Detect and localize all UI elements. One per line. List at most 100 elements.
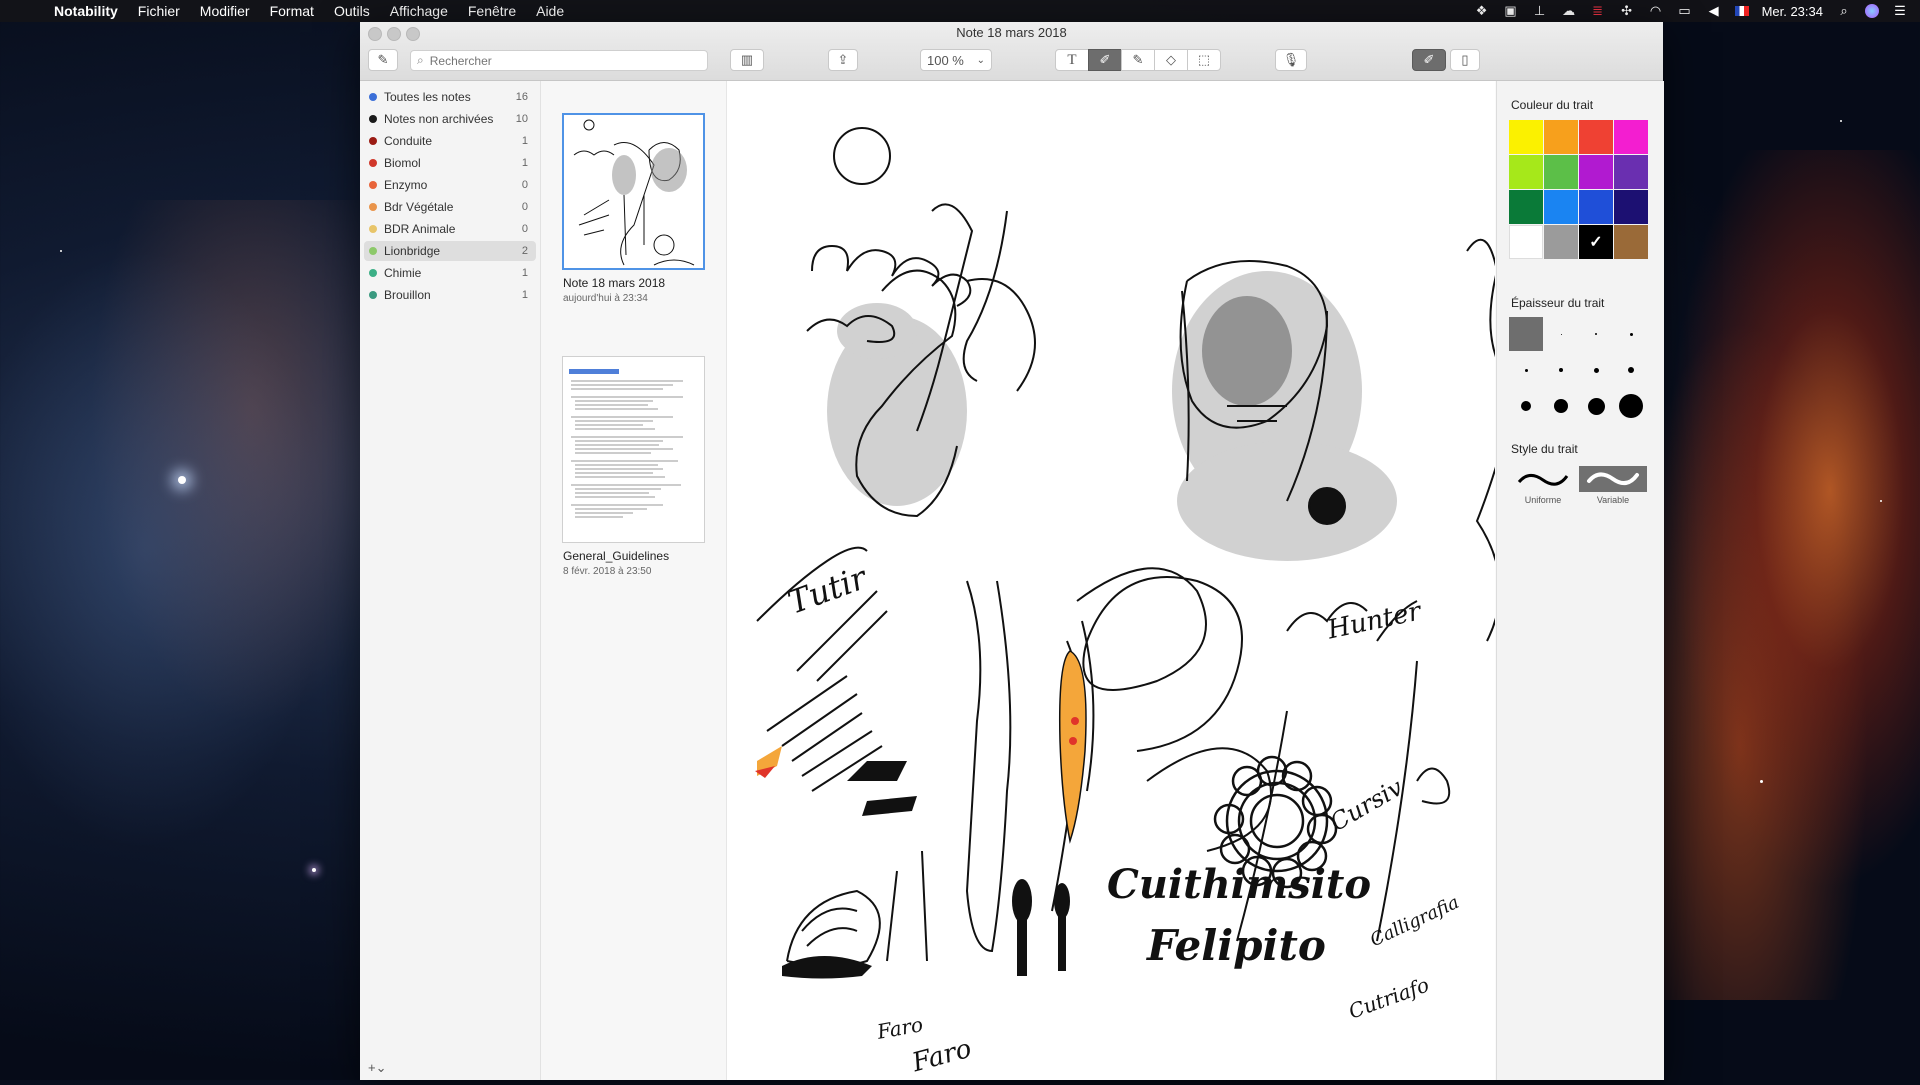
battery-bar-icon[interactable]: ≣ [1590, 4, 1606, 18]
category-color-dot [369, 225, 377, 233]
sidebar-category[interactable]: Enzymo 0 [364, 175, 536, 195]
category-color-dot [369, 269, 377, 277]
highlighter-tool-button[interactable]: ✎ [1121, 49, 1155, 71]
pen-options-button[interactable]: ✐ [1412, 49, 1446, 71]
stroke-color-heading: Couleur du trait [1511, 98, 1594, 112]
share-button[interactable]: ⇪ [828, 49, 858, 71]
color-swatch[interactable] [1509, 190, 1543, 224]
add-category-button[interactable]: +⌄ [368, 1060, 386, 1076]
note-title[interactable]: Note 18 mars 2018 [563, 276, 665, 290]
sidebar-category[interactable]: Chimie 1 [364, 263, 536, 283]
sidebar-category[interactable]: Notes non archivées 10 [364, 109, 536, 129]
chat-icon[interactable]: ▣ [1503, 4, 1519, 18]
record-audio-button[interactable]: 🎙 [1275, 49, 1307, 71]
stroke-thickness-option[interactable] [1614, 389, 1648, 423]
color-swatch[interactable] [1544, 155, 1578, 189]
note-canvas[interactable]: Tutir Hunter Cuithimsito Felipito Faro F… [727, 81, 1519, 1080]
category-label: Lionbridge [384, 244, 441, 258]
stroke-thickness-option[interactable] [1544, 317, 1578, 351]
style-variable-button[interactable] [1579, 466, 1647, 492]
note-title[interactable]: General_Guidelines [563, 549, 669, 563]
toggle-sidebar-button[interactable]: ▥ [730, 49, 764, 71]
network-icon[interactable]: ✣ [1619, 4, 1635, 18]
lasso-icon: ⬚ [1197, 52, 1211, 67]
pen-tool-button[interactable]: ✐ [1088, 49, 1122, 71]
menu-format[interactable]: Format [270, 3, 314, 19]
zoom-select[interactable]: 100 % ⌄ [920, 49, 992, 71]
sketch-thumbnail-icon [573, 119, 695, 266]
cloud-icon[interactable]: ☁ [1561, 4, 1577, 18]
selection-tool-button[interactable]: ⬚ [1187, 49, 1221, 71]
category-label: Biomol [384, 156, 421, 170]
category-count: 10 [515, 113, 528, 125]
pencil-shading [827, 271, 1397, 561]
thickness-dot [1595, 333, 1597, 335]
sidebar-category[interactable]: Biomol 1 [364, 153, 536, 173]
color-swatch[interactable] [1614, 120, 1648, 154]
color-swatch[interactable] [1614, 225, 1648, 259]
stroke-thickness-option[interactable] [1509, 389, 1543, 423]
sidebar-category[interactable]: Toutes les notes 16 [364, 87, 536, 107]
desktop-star [1760, 780, 1763, 783]
text-tool-button[interactable]: T [1055, 49, 1089, 71]
dropbox-icon[interactable]: ❖ [1474, 4, 1490, 18]
pin-icon[interactable]: ⊥ [1532, 4, 1548, 18]
list-icon[interactable]: ☰ [1892, 4, 1908, 18]
stroke-thickness-option[interactable] [1544, 389, 1578, 423]
sidebar-category[interactable]: Bdr Végétale 0 [364, 197, 536, 217]
page-options-button[interactable]: ▯ [1450, 49, 1480, 71]
thickness-dot [1593, 367, 1599, 373]
color-swatch[interactable] [1509, 155, 1543, 189]
color-swatch[interactable] [1509, 225, 1543, 259]
flag-fr-icon[interactable] [1734, 6, 1749, 16]
search-icon[interactable]: ⌕ [1836, 4, 1852, 18]
color-swatch[interactable] [1579, 120, 1613, 154]
sidebar-category[interactable]: Conduite 1 [364, 131, 536, 151]
color-swatch[interactable]: ✓ [1579, 225, 1613, 259]
ink-strokes [756, 127, 1519, 967]
menu-aide[interactable]: Aide [536, 3, 564, 19]
menu-fichier[interactable]: Fichier [138, 3, 180, 19]
new-note-button[interactable]: ✎ [368, 49, 398, 71]
clock[interactable]: Mer. 23:34 [1762, 4, 1823, 19]
sidebar-category[interactable]: Brouillon 1 [364, 285, 536, 305]
color-swatch[interactable] [1544, 225, 1578, 259]
menu-affichage[interactable]: Affichage [390, 3, 448, 19]
style-uniform-button[interactable] [1509, 466, 1577, 492]
stroke-thickness-option[interactable] [1614, 353, 1648, 387]
volume-icon[interactable]: ◀ [1706, 4, 1722, 18]
color-swatch[interactable] [1579, 190, 1613, 224]
eraser-tool-button[interactable]: ◇ [1154, 49, 1188, 71]
stroke-thickness-option[interactable] [1544, 353, 1578, 387]
share-icon: ⇪ [837, 52, 849, 67]
color-swatch[interactable] [1579, 155, 1613, 189]
menu-modifier[interactable]: Modifier [200, 3, 250, 19]
stroke-thickness-option[interactable] [1509, 317, 1543, 351]
airplay-icon[interactable]: ▭ [1677, 4, 1693, 18]
stroke-thickness-option[interactable] [1579, 317, 1613, 351]
stroke-thickness-option[interactable] [1579, 389, 1613, 423]
color-swatch[interactable] [1614, 190, 1648, 224]
wifi-icon[interactable]: ◠ [1648, 4, 1664, 18]
sidebar-category[interactable]: Lionbridge 2 [364, 241, 536, 261]
color-swatch[interactable] [1544, 120, 1578, 154]
note-thumbnail[interactable] [562, 113, 705, 270]
category-count: 0 [521, 201, 528, 213]
search-field[interactable]: ⌕ [410, 50, 708, 71]
color-swatch[interactable] [1544, 190, 1578, 224]
note-thumbnail[interactable] [562, 356, 705, 543]
category-count: 1 [521, 267, 528, 279]
thickness-dot [1559, 368, 1563, 372]
stroke-thickness-option[interactable] [1509, 353, 1543, 387]
app-menu[interactable]: Notability [54, 3, 118, 19]
sidebar-category[interactable]: BDR Animale 0 [364, 219, 536, 239]
color-swatch[interactable] [1509, 120, 1543, 154]
menu-fenetre[interactable]: Fenêtre [468, 3, 516, 19]
menu-outils[interactable]: Outils [334, 3, 370, 19]
search-input[interactable] [427, 52, 682, 69]
color-swatch[interactable] [1614, 155, 1648, 189]
desktop-nebula-left [0, 200, 360, 900]
stroke-thickness-option[interactable] [1614, 317, 1648, 351]
siri-icon[interactable] [1865, 4, 1879, 18]
stroke-thickness-option[interactable] [1579, 353, 1613, 387]
